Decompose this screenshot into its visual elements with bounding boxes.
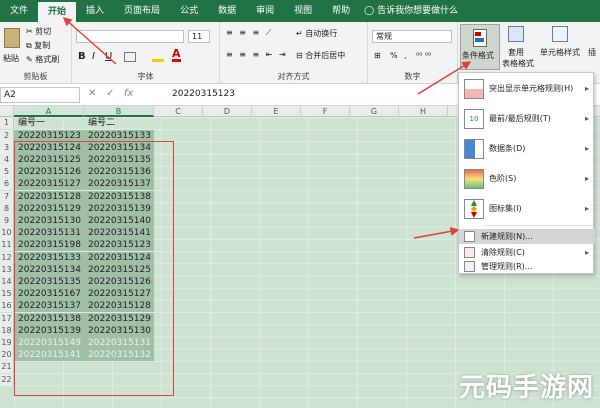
submenu-arrow-icon: ▸ <box>584 174 589 183</box>
data-bars-icon <box>464 139 484 159</box>
top-bottom-rules-icon: 10 <box>464 109 484 129</box>
submenu-arrow-icon: ▸ <box>584 144 589 153</box>
arrow-to-new-rule <box>413 226 460 239</box>
menu-item-top-bottom-rules[interactable]: 10 最前/最后规则(T) ▸ <box>459 105 595 133</box>
submenu-arrow-icon: ▸ <box>584 248 589 257</box>
menu-item-data-bars[interactable]: 数据条(D) ▸ <box>459 135 595 163</box>
menu-separator <box>485 225 593 226</box>
menu-item-highlight-rules[interactable]: 突出显示单元格规则(H) ▸ <box>459 75 595 103</box>
menu-item-color-scales[interactable]: 色阶(S) ▸ <box>459 165 595 193</box>
highlight-rules-icon <box>464 79 484 99</box>
menu-item-new-rule[interactable]: 新建规则(N)... <box>459 229 595 244</box>
color-scales-icon <box>464 169 484 189</box>
conditional-format-menu: 突出显示单元格规则(H) ▸ 10 最前/最后规则(T) ▸ 数据条(D) ▸ 色阶(… <box>458 72 595 274</box>
menu-item-manage-rules[interactable]: 管理规则(R)... <box>459 259 595 274</box>
manage-rules-icon <box>464 261 475 272</box>
menu-item-icon-sets[interactable]: ▲ ◆ ▼ 图标集(I) ▸ <box>459 195 595 223</box>
new-rule-icon <box>464 231 475 242</box>
clear-rules-icon <box>464 247 475 258</box>
site-watermark: 元码手游网 <box>458 373 594 403</box>
menu-item-clear-rules[interactable]: 清除规则(C) ▸ <box>459 245 595 260</box>
submenu-arrow-icon: ▸ <box>584 114 589 123</box>
submenu-arrow-icon: ▸ <box>584 84 589 93</box>
arrow-to-home-tab <box>62 17 117 65</box>
icon-sets-icon: ▲ ◆ ▼ <box>464 199 484 219</box>
submenu-arrow-icon: ▸ <box>584 204 589 213</box>
